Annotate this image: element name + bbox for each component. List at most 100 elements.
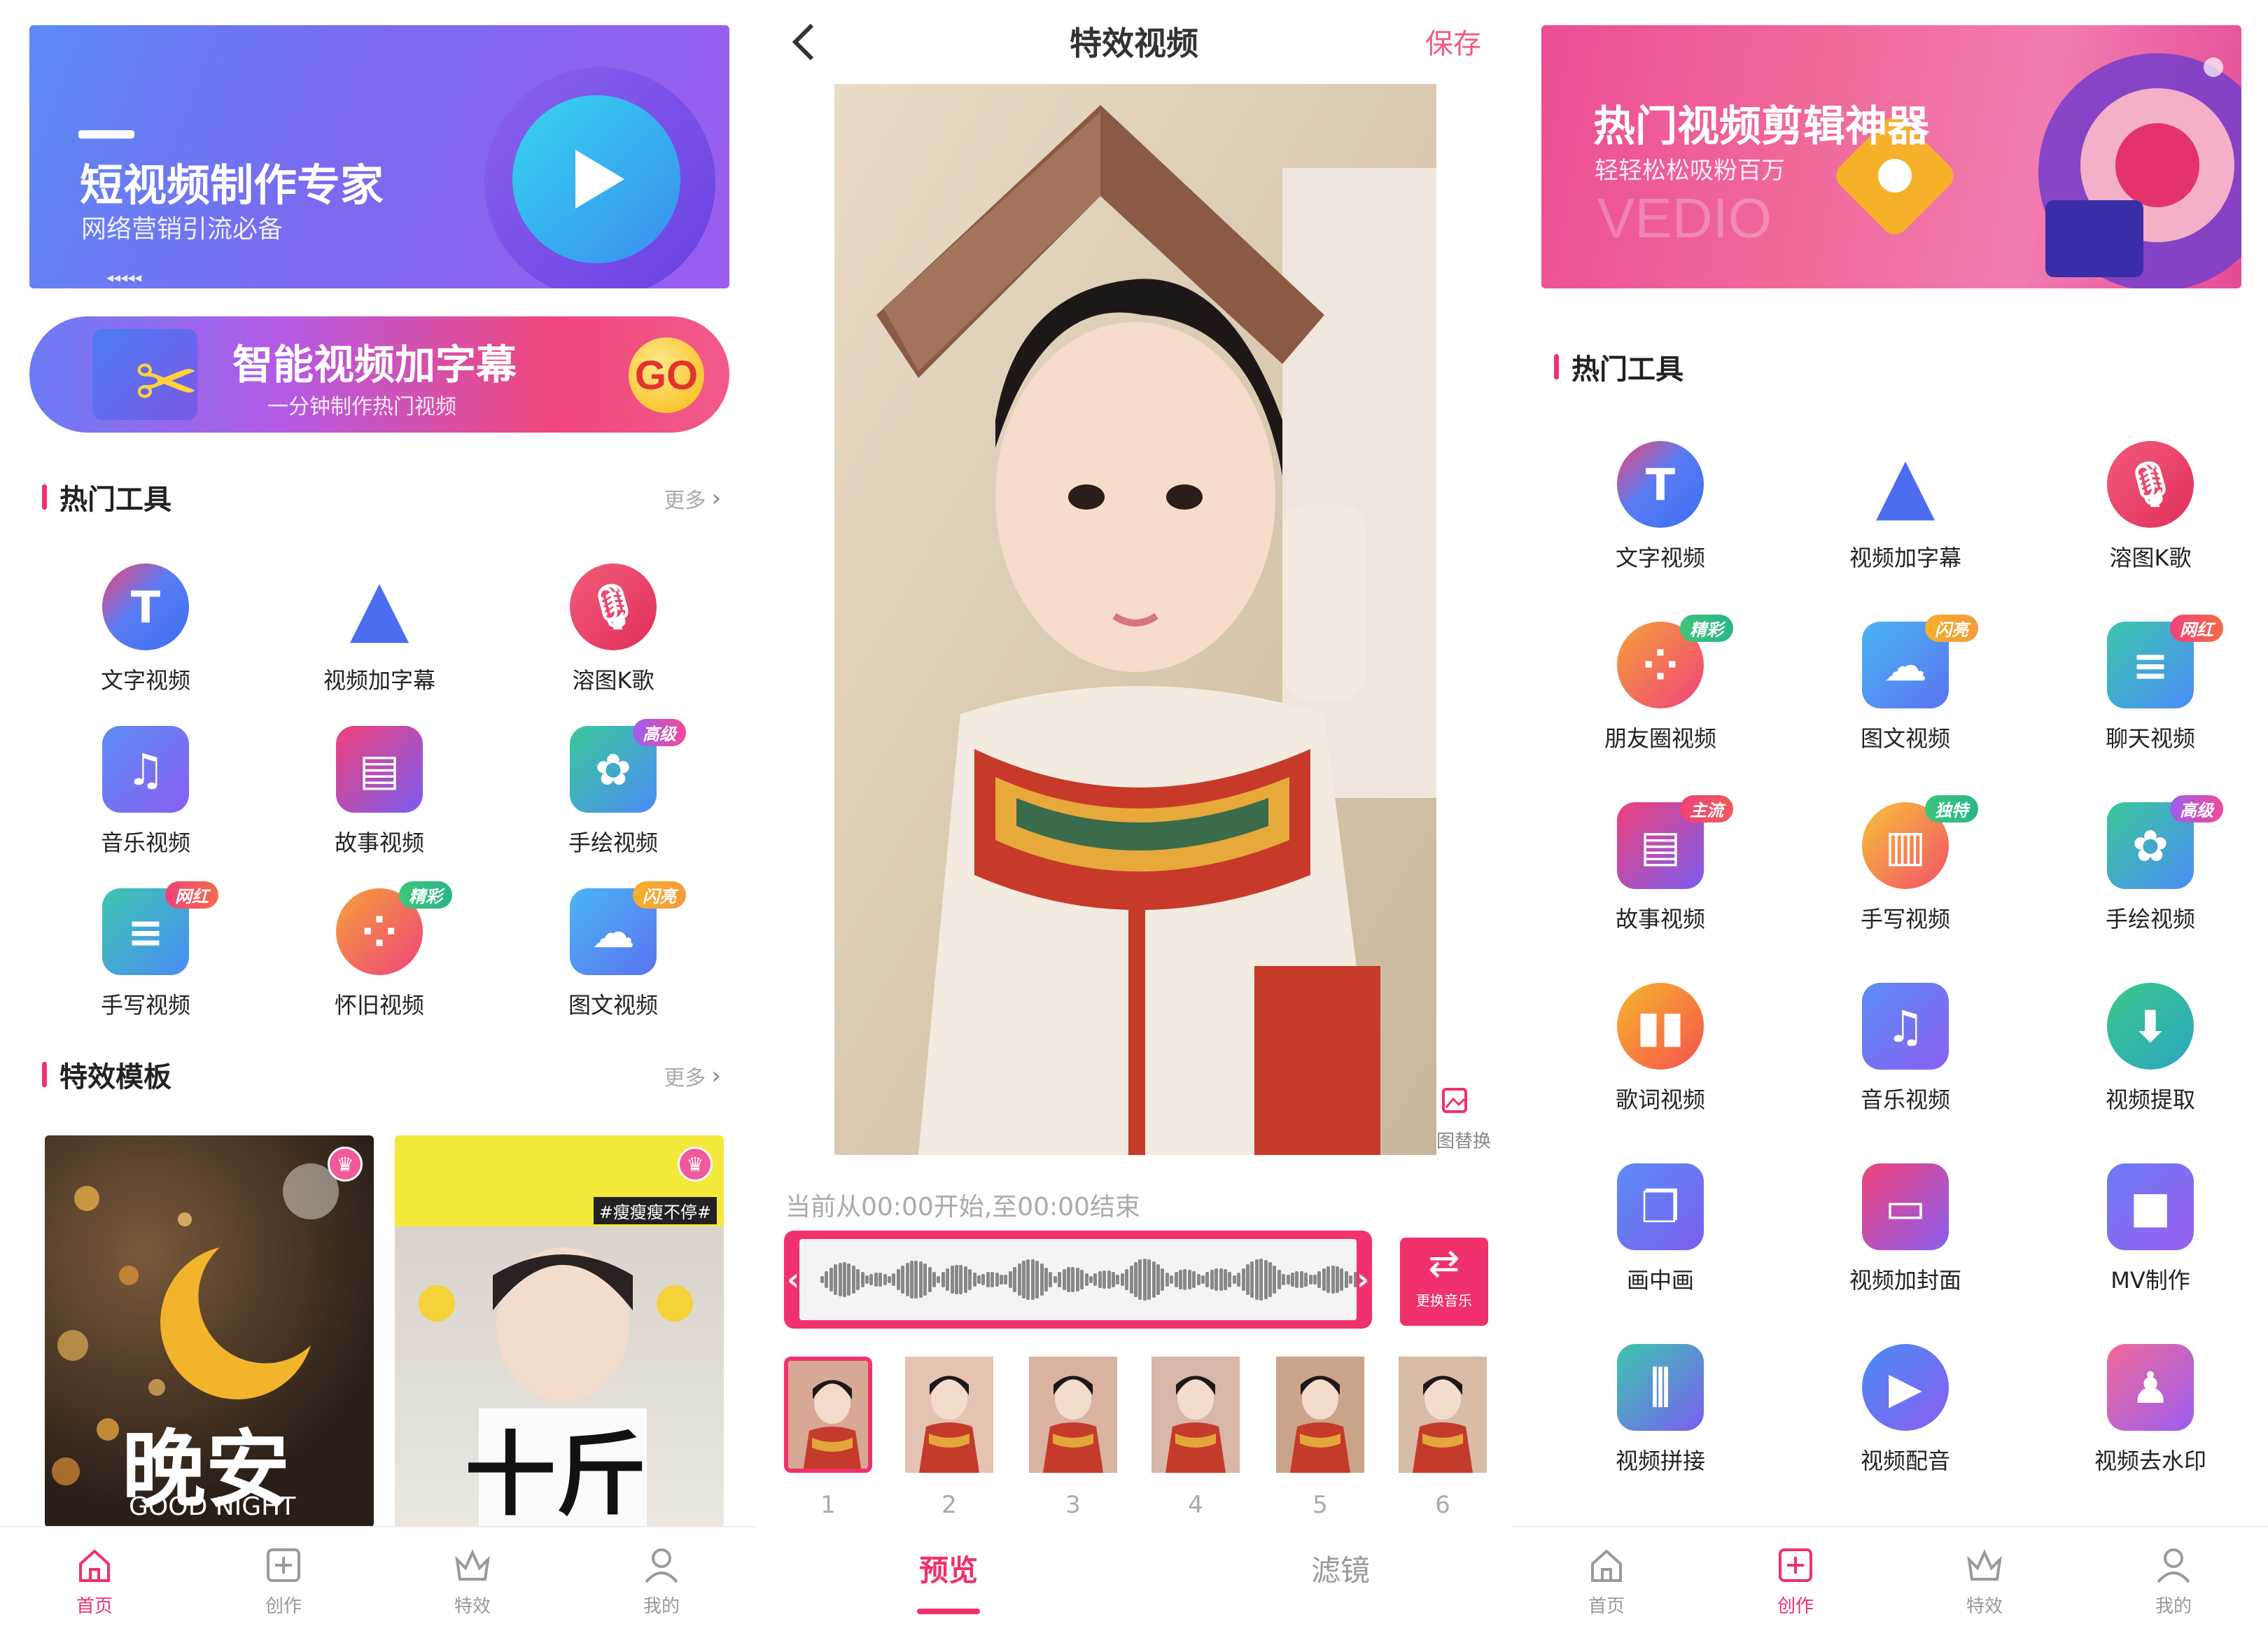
tool-text[interactable]: T 文字视频 — [41, 564, 251, 695]
tool-music-note[interactable]: ♫ 音乐视频 — [1800, 983, 2010, 1114]
audio-trim-box[interactable]: ‹ › — [784, 1231, 1372, 1329]
tool-subtitle[interactable]: ▲ 视频加字幕 — [274, 562, 484, 695]
replace-image-label[interactable]: 图替换 — [1436, 1127, 1491, 1153]
user-icon — [645, 1548, 678, 1583]
tab-crown[interactable]: 特效 — [402, 1543, 542, 1618]
hot-tools-more-link[interactable]: 更多 › — [664, 483, 721, 514]
tool-badge: 闪亮 — [1925, 615, 1978, 642]
tool-paint[interactable]: ✿ 高级 手绘视频 — [508, 719, 718, 858]
splice-icon: ⫼ — [1617, 1344, 1704, 1431]
icon-glyph: ■ — [2129, 1181, 2171, 1233]
paint-icon: ✿ 高级 — [570, 719, 686, 813]
promo-banner[interactable]: 短视频制作专家 网络营销引流必备 ◂◂◂◂◂ — [29, 25, 729, 288]
tool-label: 手绘视频 — [2105, 906, 2195, 932]
frame-thumbnail[interactable] — [1276, 1357, 1364, 1473]
waveform-bar — [1241, 1268, 1245, 1292]
tool-download[interactable]: ⬇ 视频提取 — [2045, 983, 2255, 1114]
waveform-bar — [1062, 1268, 1066, 1291]
tool-grid[interactable]: ⁘ 精彩 怀旧视频 — [274, 881, 484, 1020]
tool-label: 视频拼接 — [1615, 1448, 1705, 1474]
create-screen: 热门视频剪辑神器 轻轻松松吸粉百万 VEDIO 热门工具 T 文字视频 ▲ 视频加字幕… — [1512, 0, 2268, 1631]
tool-music-note[interactable]: ♫ 音乐视频 — [41, 726, 251, 858]
tab-create[interactable]: 创作 — [214, 1543, 354, 1618]
audio-waveform[interactable] — [799, 1239, 1357, 1320]
frame-thumbnail[interactable] — [1399, 1357, 1487, 1473]
tool-splice[interactable]: ⫼ 视频拼接 — [1555, 1344, 1765, 1476]
waveform-bar — [986, 1272, 990, 1287]
tool-karaoke[interactable]: 🎙 溶图K歌 — [2045, 441, 2255, 573]
frame-thumbnail[interactable] — [1152, 1357, 1240, 1473]
tab-user[interactable]: 我的 — [592, 1543, 732, 1618]
trim-left-handle[interactable]: ‹ — [787, 1262, 799, 1298]
tool-book[interactable]: ▤ 主流 故事视频 — [1555, 795, 1765, 934]
waveform-bar — [1067, 1267, 1070, 1292]
tool-dub[interactable]: ▶ 视频配音 — [1800, 1344, 2010, 1476]
tool-subtitle[interactable]: ▲ 视频加字幕 — [1800, 440, 2010, 573]
tool-watermark[interactable]: ♟ 视频去水印 — [2045, 1344, 2255, 1476]
tool-cloud[interactable]: ☁ 闪亮 图文视频 — [1800, 615, 2010, 753]
waveform-bar — [923, 1264, 927, 1296]
tab-label: 首页 — [76, 1596, 113, 1617]
waveform-bar — [946, 1268, 950, 1292]
template-card-ten-jin[interactable]: #瘦瘦瘦不停# ♛ 十斤 — [395, 1135, 724, 1527]
waveform-bar — [1134, 1261, 1138, 1298]
tool-book[interactable]: ▤ 故事视频 — [274, 726, 484, 858]
waveform-bar — [1232, 1275, 1236, 1284]
promo-banner[interactable]: 热门视频剪辑神器 轻轻松松吸粉百万 VEDIO — [1541, 25, 2241, 288]
tool-pip[interactable]: ❐ 画中画 — [1555, 1163, 1765, 1295]
tool-paint[interactable]: ✿ 高级 手绘视频 — [2045, 795, 2255, 934]
frame-thumbnail[interactable] — [1029, 1357, 1117, 1473]
template-card-goodnight[interactable]: ♛ 晚安 GOOD NIGHT — [45, 1135, 374, 1527]
save-button[interactable]: 保存 — [1425, 21, 1481, 62]
tab-filter[interactable]: 滤镜 — [1236, 1547, 1446, 1590]
waveform-bar — [1093, 1273, 1098, 1287]
top-bar: 特效视频 保存 — [756, 0, 1512, 84]
tab-label: 创作 — [1777, 1596, 1814, 1617]
templates-more-link[interactable]: 更多 › — [664, 1060, 721, 1091]
tab-home[interactable]: 首页 — [24, 1543, 164, 1618]
frame-thumbnail[interactable] — [784, 1357, 872, 1473]
thumbnail-image — [1399, 1357, 1487, 1473]
subtitle-button-subtitle: 一分钟制作热门视频 — [267, 395, 456, 419]
tool-label: 图文视频 — [568, 992, 658, 1018]
video-preview[interactable] — [834, 84, 1436, 1155]
trim-right-handle[interactable]: › — [1357, 1262, 1369, 1298]
bars-icon: ▥ 独特 — [1862, 795, 1978, 889]
tab-crown[interactable]: 特效 — [1914, 1543, 2054, 1618]
swap-arrows-icon: ⇄ — [1428, 1241, 1460, 1285]
tool-bars[interactable]: ▥ 独特 手写视频 — [1800, 795, 2010, 934]
tab-preview[interactable]: 预览 — [844, 1547, 1054, 1590]
tab-user[interactable]: 我的 — [2104, 1543, 2244, 1618]
tool-grid[interactable]: ⁘ 精彩 朋友圈视频 — [1555, 615, 1765, 753]
replace-image-icon[interactable] — [1438, 1084, 1470, 1116]
tool-camera[interactable]: ■ MV制作 — [2045, 1163, 2255, 1295]
waveform-bar — [932, 1271, 936, 1288]
tool-list[interactable]: ≡ 网红 手写视频 — [41, 881, 251, 1020]
tool-cloud[interactable]: ☁ 闪亮 图文视频 — [508, 881, 718, 1020]
tool-label: 歌词视频 — [1615, 1086, 1705, 1113]
home-icon — [79, 1549, 110, 1582]
tool-list[interactable]: ≡ 网红 聊天视频 — [2045, 615, 2255, 753]
change-music-button[interactable]: ⇄ 更换音乐 — [1400, 1238, 1488, 1326]
smart-subtitle-button[interactable]: ✂ 智能视频加字幕 一分钟制作热门视频 GO — [29, 316, 729, 433]
tool-cover[interactable]: ▭ 视频加封面 — [1800, 1163, 2010, 1295]
go-badge[interactable]: GO — [629, 337, 704, 413]
tool-label: 聊天视频 — [2105, 725, 2195, 752]
waveform-bar — [1224, 1269, 1227, 1290]
frame-number: 3 — [1065, 1491, 1081, 1519]
icon-glyph: ▶ — [1889, 1362, 1922, 1413]
tool-karaoke[interactable]: 🎙 溶图K歌 — [508, 564, 718, 695]
tab-create[interactable]: 创作 — [1726, 1543, 1865, 1618]
tool-lyrics[interactable]: ▮▮ 歌词视频 — [1555, 983, 1765, 1114]
tab-home[interactable]: 首页 — [1536, 1543, 1676, 1618]
tool-badge: 精彩 — [399, 881, 452, 909]
frame-thumbnail[interactable] — [905, 1357, 993, 1473]
waveform-bar — [1192, 1271, 1196, 1288]
waveform-bar — [1201, 1275, 1205, 1284]
waveform-bar — [847, 1263, 851, 1296]
waveform-bar — [977, 1275, 981, 1284]
waveform-bar — [1026, 1259, 1030, 1300]
tool-text[interactable]: T 文字视频 — [1555, 441, 1765, 573]
banner-watermark: VEDIO — [1597, 187, 1772, 249]
change-music-label: 更换音乐 — [1416, 1292, 1472, 1309]
